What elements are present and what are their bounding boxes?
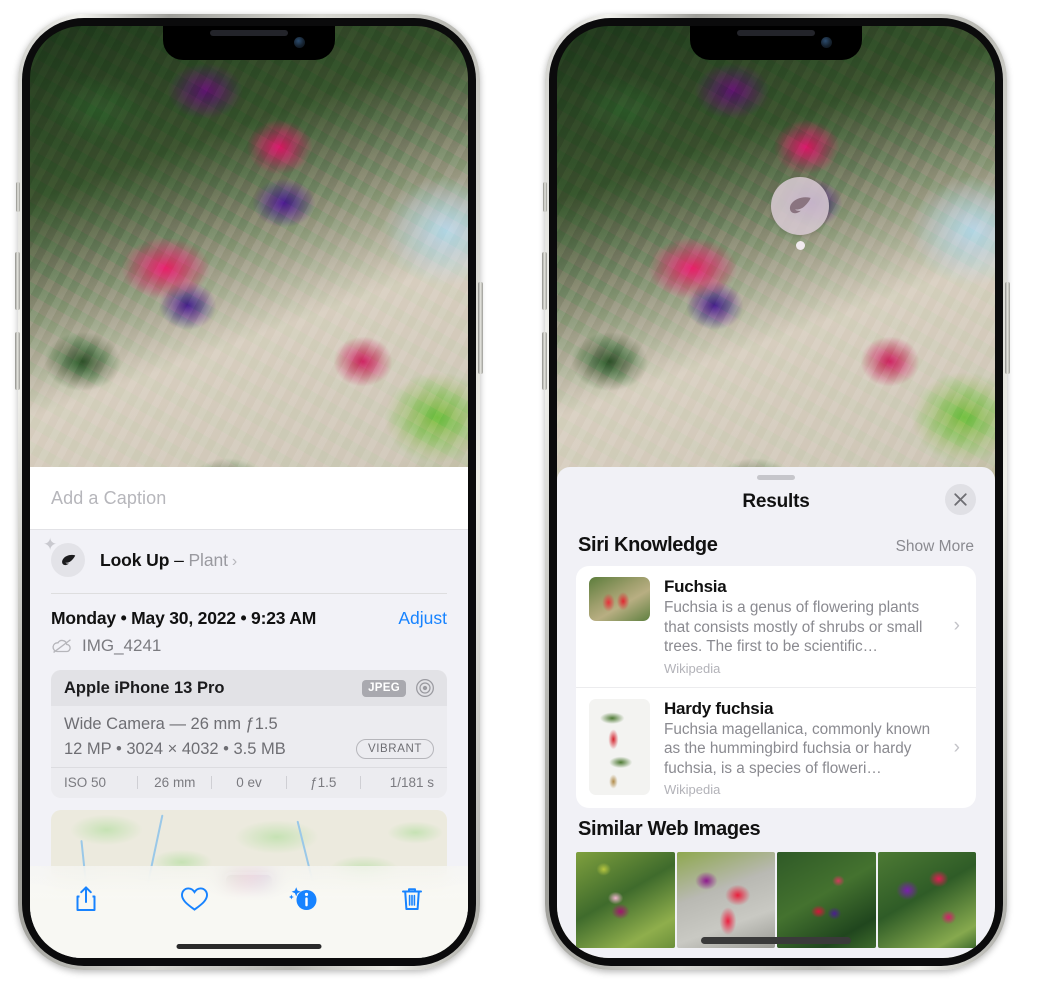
look-up-row[interactable]: ✦ Look Up – Plant › xyxy=(30,530,468,593)
silence-switch[interactable] xyxy=(543,182,547,212)
leaf-icon xyxy=(61,554,75,565)
earpiece-speaker xyxy=(210,30,288,36)
photo-date: Monday • May 30, 2022 • 9:23 AM xyxy=(51,608,317,628)
photo-metadata: Monday • May 30, 2022 • 9:23 AM Adjust I… xyxy=(30,594,468,666)
info-button[interactable] xyxy=(281,879,325,919)
result-title: Fuchsia xyxy=(664,577,727,596)
siri-knowledge-card: Fuchsia Fuchsia is a genus of flowering … xyxy=(576,566,976,809)
results-sheet: Results Siri Knowledge Show More Fuchsia… xyxy=(557,467,995,958)
visual-lookup-marker[interactable] xyxy=(771,177,829,250)
look-up-title: Look Up xyxy=(100,549,170,570)
front-camera-icon xyxy=(821,37,832,48)
marker-dot xyxy=(795,241,805,250)
camera-device-name: Apple iPhone 13 Pro xyxy=(64,678,225,697)
exif-card[interactable]: Apple iPhone 13 Pro JPEG Wide Camera — 2… xyxy=(51,670,447,798)
photo-info-sheet: Add a Caption ✦ Look Up – Plant › Monday… xyxy=(30,467,468,958)
sparkle-icon: ✦ xyxy=(43,535,58,554)
right-phone-screen: Results Siri Knowledge Show More Fuchsia… xyxy=(557,26,995,958)
siri-knowledge-title: Siri Knowledge xyxy=(578,534,718,556)
leaf-icon xyxy=(789,197,811,214)
similar-web-images-header: Similar Web Images xyxy=(557,808,995,850)
fuchsia-thumbnail xyxy=(589,577,650,621)
result-source: Wikipedia xyxy=(664,782,721,798)
chevron-right-icon: › xyxy=(953,615,960,637)
earpiece-speaker xyxy=(737,30,815,36)
adjust-button[interactable]: Adjust xyxy=(398,608,447,629)
aperture-icon xyxy=(416,679,434,697)
power-button[interactable] xyxy=(478,282,483,374)
volume-down-button[interactable] xyxy=(542,332,547,390)
photographic-style-badge: VIBRANT xyxy=(355,739,434,759)
similar-web-images-title: Similar Web Images xyxy=(578,818,761,841)
volume-down-button[interactable] xyxy=(15,332,20,390)
silence-switch[interactable] xyxy=(16,182,20,212)
screenshot-stage: Add a Caption ✦ Look Up – Plant › Monday… xyxy=(0,0,1055,985)
front-camera-icon xyxy=(294,37,305,48)
info-sparkle-icon xyxy=(289,887,317,910)
home-indicator[interactable] xyxy=(176,944,322,949)
trash-icon xyxy=(401,888,422,910)
volume-up-button[interactable] xyxy=(542,252,547,310)
similar-image-1[interactable] xyxy=(576,852,675,949)
similar-image-4[interactable] xyxy=(877,852,976,949)
list-item[interactable]: Fuchsia Fuchsia is a genus of flowering … xyxy=(576,566,976,687)
exif-iso: ISO 50 xyxy=(64,775,107,790)
exif-stats-row: ISO 50 26 mm 0 ev ƒ1.5 1/181 s xyxy=(51,767,447,798)
cloud-slash-icon xyxy=(52,639,71,653)
result-description: Fuchsia is a genus of flowering plants t… xyxy=(664,599,923,656)
chevron-right-icon: › xyxy=(953,737,960,759)
look-up-dash: – xyxy=(174,549,184,570)
exif-focal: 26 mm xyxy=(154,775,196,790)
format-badge: JPEG xyxy=(362,679,406,697)
right-phone-device: Results Siri Knowledge Show More Fuchsia… xyxy=(542,14,1010,970)
photo-filename: IMG_4241 xyxy=(82,636,162,655)
close-icon xyxy=(954,493,967,506)
power-button[interactable] xyxy=(1005,282,1010,374)
caption-placeholder: Add a Caption xyxy=(51,487,167,508)
volume-up-button[interactable] xyxy=(15,252,20,310)
share-icon xyxy=(76,886,96,911)
file-size-info: 12 MP • 3024 × 4032 • 3.5 MB xyxy=(64,739,286,758)
delete-button[interactable] xyxy=(390,879,434,919)
similar-image-2[interactable] xyxy=(676,852,775,949)
result-title: Hardy fuchsia xyxy=(664,698,774,718)
look-up-subject: Plant xyxy=(188,549,228,570)
results-title: Results xyxy=(742,491,810,512)
exif-header: Apple iPhone 13 Pro JPEG xyxy=(51,670,447,706)
list-item[interactable]: Hardy fuchsia Fuchsia magellanica, commo… xyxy=(576,686,976,809)
result-description: Fuchsia magellanica, commonly known as t… xyxy=(664,720,931,777)
exif-exposure: 0 ev xyxy=(236,775,262,790)
similar-image-3[interactable] xyxy=(777,852,876,949)
leaf-badge: ✦ xyxy=(43,536,85,577)
left-phone-device: Add a Caption ✦ Look Up – Plant › Monday… xyxy=(15,14,483,970)
result-source: Wikipedia xyxy=(664,660,721,676)
hardy-fuchsia-thumbnail xyxy=(589,698,650,795)
results-header: Results xyxy=(557,480,995,524)
similar-web-images-strip[interactable] xyxy=(557,852,995,949)
left-phone-screen: Add a Caption ✦ Look Up – Plant › Monday… xyxy=(30,26,468,958)
exif-body: Wide Camera — 26 mm ƒ1.5 12 MP • 3024 × … xyxy=(51,706,447,767)
share-button[interactable] xyxy=(64,879,108,919)
look-up-label: Look Up – Plant › xyxy=(100,550,237,571)
show-more-button[interactable]: Show More xyxy=(896,538,974,556)
leaf-badge xyxy=(771,177,829,235)
caption-field[interactable]: Add a Caption xyxy=(30,467,468,530)
chevron-right-icon: › xyxy=(231,552,238,570)
lens-info: Wide Camera — 26 mm ƒ1.5 xyxy=(64,715,278,733)
heart-icon xyxy=(181,887,209,911)
close-button[interactable] xyxy=(945,484,976,515)
scroll-indicator[interactable] xyxy=(701,937,851,944)
siri-knowledge-header: Siri Knowledge Show More xyxy=(557,524,995,566)
exif-shutter: 1/181 s xyxy=(389,775,435,790)
favorite-button[interactable] xyxy=(173,879,217,919)
exif-aperture: ƒ1.5 xyxy=(310,775,337,790)
